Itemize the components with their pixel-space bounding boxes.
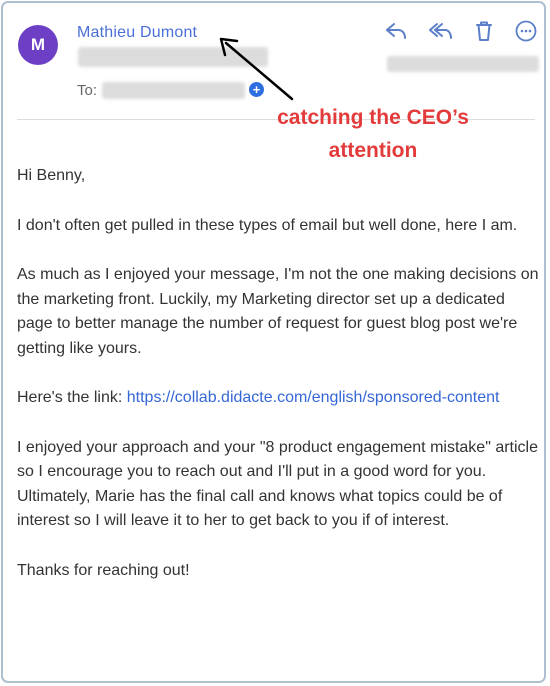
annotation-arrow (219, 37, 294, 101)
